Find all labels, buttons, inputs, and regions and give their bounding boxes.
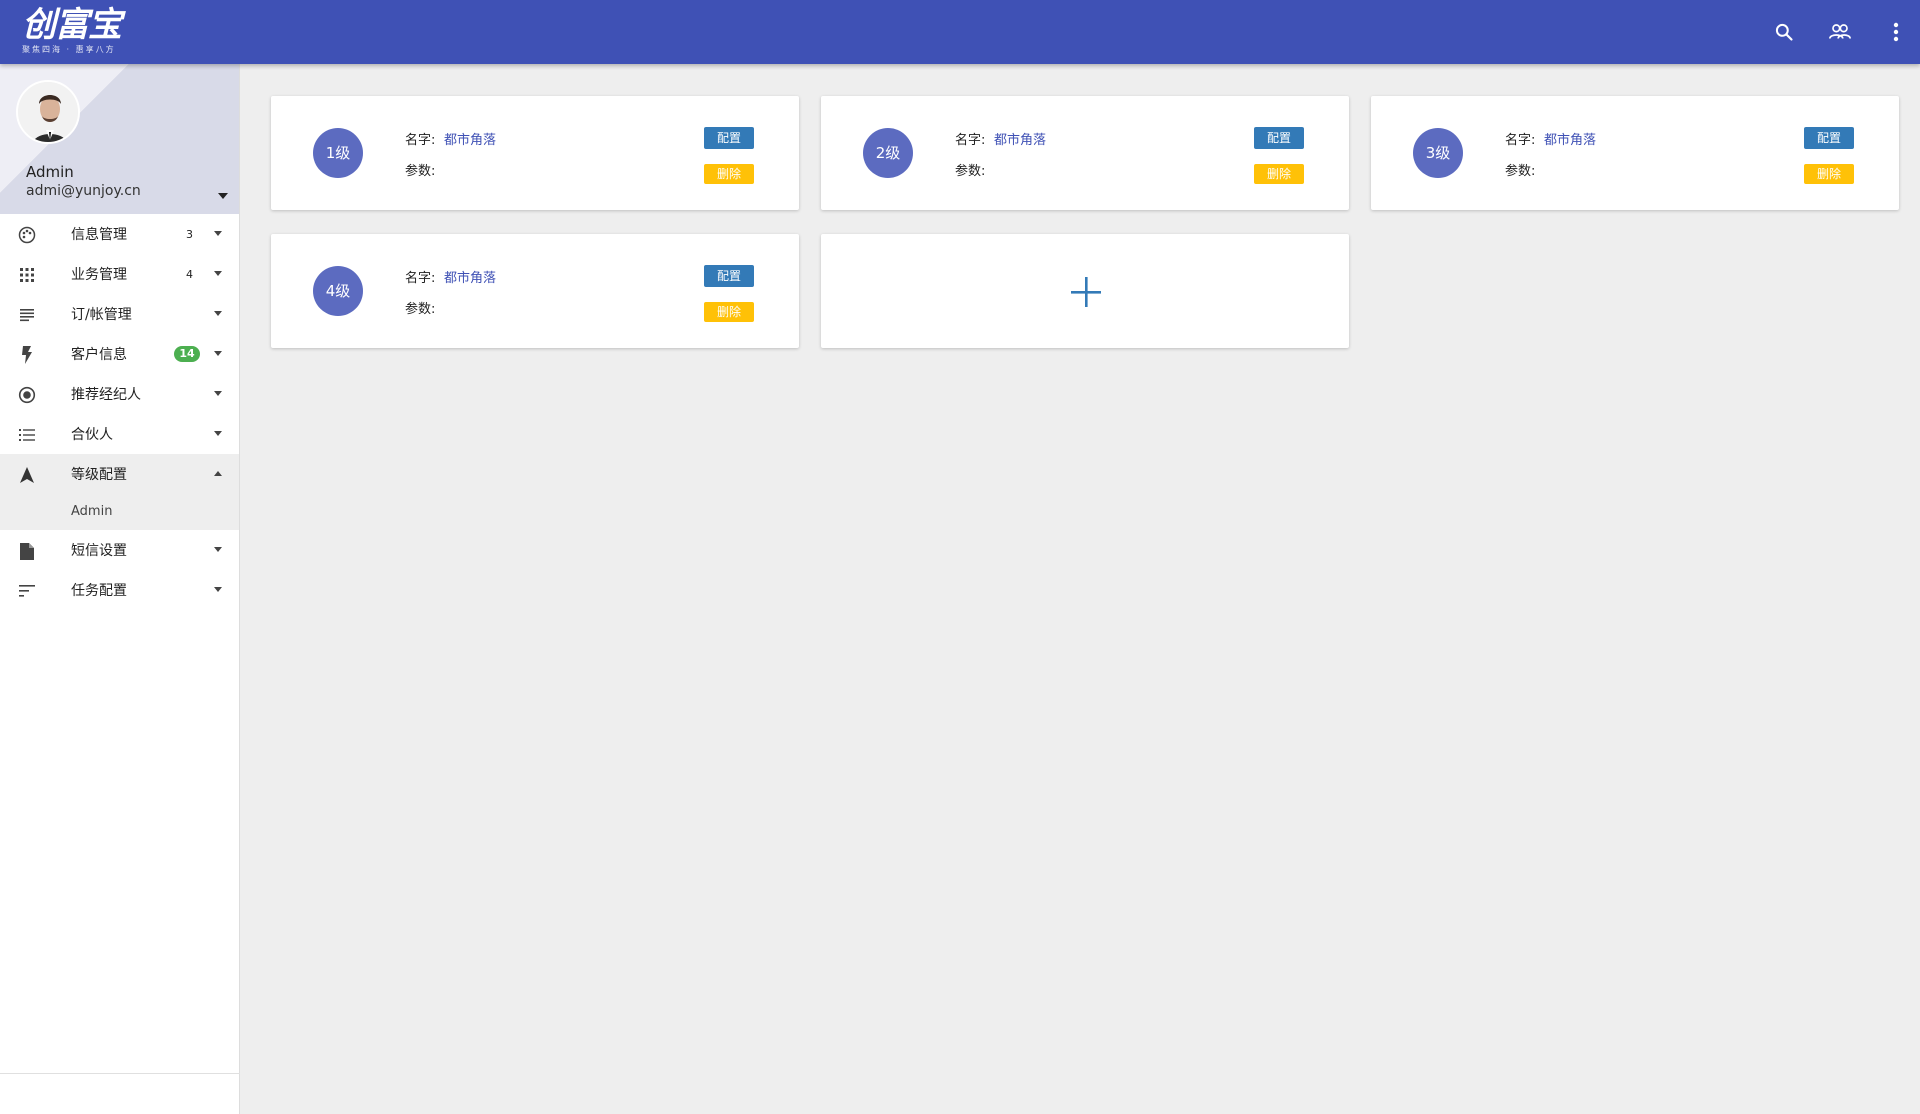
caret-down-icon (214, 231, 222, 236)
sidebar-item-label: 短信设置 (71, 543, 127, 559)
sidebar-item-label: 信息管理 (71, 227, 127, 243)
list-icon (18, 426, 36, 444)
radio-icon (18, 386, 36, 404)
sidebar-item-label: 合伙人 (71, 427, 113, 443)
sidebar-nav: 信息管理 3 业务管理 4 订/帐管理 客户信息 14 推荐经纪人 合伙人 等级… (0, 214, 239, 610)
sidebar-item-label: 客户信息 (71, 347, 127, 363)
sidebar-item-task-config[interactable]: 任务配置 (0, 570, 239, 610)
level-card: 3级 名字: 都市角落 参数: 配置 删除 (1371, 96, 1899, 210)
count-label: 3 (186, 227, 193, 241)
sidebar-item-label: 订/帐管理 (71, 307, 132, 323)
caret-down-icon (214, 311, 222, 316)
count-label: 4 (186, 267, 193, 281)
profile-name: Admin (26, 163, 74, 181)
config-button[interactable]: 配置 (1804, 127, 1854, 149)
people-icon[interactable] (1826, 18, 1854, 46)
name-label: 名字: (1505, 133, 1536, 148)
sidebar-item-sms-settings[interactable]: 短信设置 (0, 530, 239, 570)
delete-button[interactable]: 删除 (1254, 164, 1304, 184)
name-label: 名字: (955, 133, 986, 148)
flash-icon (18, 346, 36, 364)
plus-icon (1071, 277, 1101, 307)
sidebar-item-level-config[interactable]: 等级配置 (0, 454, 239, 494)
config-button[interactable]: 配置 (1254, 127, 1304, 149)
caret-down-icon (214, 431, 222, 436)
name-value-link[interactable]: 都市角落 (444, 129, 496, 148)
caret-down-icon (214, 547, 222, 552)
level-badge: 4级 (313, 266, 363, 316)
sidebar-item-order-account[interactable]: 订/帐管理 (0, 294, 239, 334)
delete-button[interactable]: 删除 (704, 302, 754, 322)
sidebar-item-business-management[interactable]: 业务管理 4 (0, 254, 239, 294)
palette-icon (18, 226, 36, 244)
logo[interactable]: 创富宝 聚焦四海 · 惠享八方 (22, 5, 122, 55)
param-label: 参数: (405, 302, 436, 317)
level-card: 1级 名字: 都市角落 参数: 配置 删除 (271, 96, 799, 210)
delete-button[interactable]: 删除 (1804, 164, 1854, 184)
count-badge: 14 (174, 346, 200, 362)
profile-menu-toggle[interactable] (218, 184, 228, 203)
level-card: 4级 名字: 都市角落 参数: 配置 删除 (271, 234, 799, 348)
config-button[interactable]: 配置 (704, 265, 754, 287)
apps-icon (18, 266, 36, 284)
logo-title: 创富宝 (22, 5, 122, 45)
sidebar-item-label: 推荐经纪人 (71, 387, 141, 403)
caret-down-icon (218, 193, 228, 199)
sidebar-subitem-label: Admin (71, 504, 113, 519)
search-icon[interactable] (1770, 18, 1798, 46)
sidebar-item-referral-agent[interactable]: 推荐经纪人 (0, 374, 239, 414)
name-label: 名字: (405, 271, 436, 286)
delete-button[interactable]: 删除 (704, 164, 754, 184)
name-value-link[interactable]: 都市角落 (994, 129, 1046, 148)
sidebar-footer-divider (0, 1073, 240, 1074)
name-label: 名字: (405, 133, 436, 148)
sidebar-item-customer-info[interactable]: 客户信息 14 (0, 334, 239, 374)
sidebar-subitem-admin[interactable]: Admin (0, 494, 239, 530)
avatar[interactable] (16, 80, 80, 144)
navigation-icon (18, 466, 36, 484)
name-value-link[interactable]: 都市角落 (1544, 129, 1596, 148)
more-vert-icon[interactable] (1882, 18, 1910, 46)
sort-icon (18, 582, 36, 600)
logo-slogan: 聚焦四海 · 惠享八方 (22, 45, 116, 54)
user-profile: Admin admi@yunjoy.cn (0, 64, 239, 214)
param-label: 参数: (1505, 164, 1536, 179)
caret-down-icon (214, 587, 222, 592)
param-label: 参数: (405, 164, 436, 179)
top-app-bar: 创富宝 聚焦四海 · 惠享八方 (0, 0, 1920, 64)
sidebar-item-info-management[interactable]: 信息管理 3 (0, 214, 239, 254)
sidebar-item-label: 等级配置 (71, 467, 127, 483)
sidebar-item-label: 任务配置 (71, 583, 127, 599)
sidebar-item-partner[interactable]: 合伙人 (0, 414, 239, 454)
level-badge: 3级 (1413, 128, 1463, 178)
caret-down-icon (214, 271, 222, 276)
sidebar: Admin admi@yunjoy.cn 信息管理 3 业务管理 4 订/帐管理… (0, 64, 240, 1114)
notes-icon (18, 306, 36, 324)
profile-email: admi@yunjoy.cn (26, 183, 141, 199)
caret-down-icon (214, 351, 222, 356)
param-label: 参数: (955, 164, 986, 179)
file-icon (18, 542, 36, 560)
config-button[interactable]: 配置 (704, 127, 754, 149)
caret-down-icon (214, 391, 222, 396)
sidebar-item-label: 业务管理 (71, 267, 127, 283)
name-value-link[interactable]: 都市角落 (444, 267, 496, 286)
caret-up-icon (214, 471, 222, 476)
level-badge: 1级 (313, 128, 363, 178)
level-card: 2级 名字: 都市角落 参数: 配置 删除 (821, 96, 1349, 210)
level-badge: 2级 (863, 128, 913, 178)
add-level-card[interactable] (821, 234, 1349, 348)
